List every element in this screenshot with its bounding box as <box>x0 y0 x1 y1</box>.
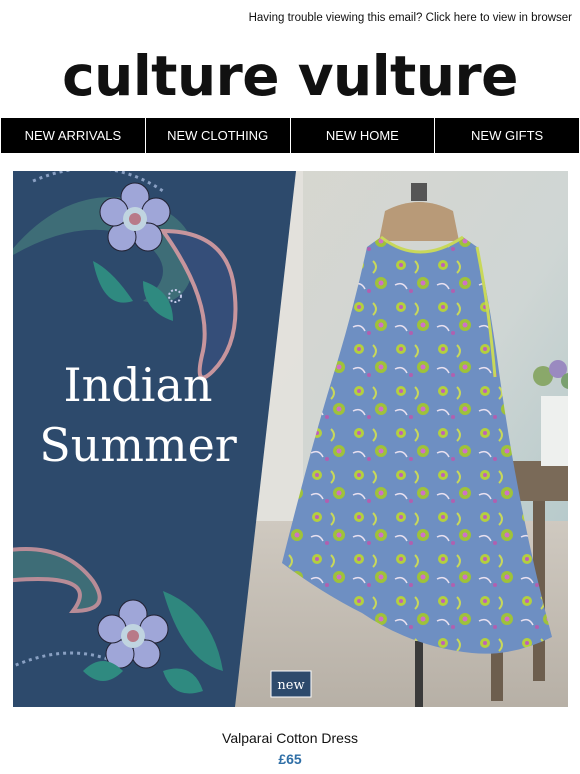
new-badge: new <box>277 678 304 693</box>
top-bar: Having trouble viewing this email? Click… <box>0 0 580 34</box>
nav-new-arrivals[interactable]: NEW ARRIVALS <box>1 118 145 153</box>
nav-new-gifts[interactable]: NEW GIFTS <box>434 118 579 153</box>
brand-logo[interactable]: culture vulture <box>0 34 580 118</box>
main-nav: NEW ARRIVALS NEW CLOTHING NEW HOME NEW G… <box>1 118 579 153</box>
hero-image: Indian Summer new <box>13 171 568 707</box>
product-price[interactable]: £65 <box>0 751 580 767</box>
hero-title-line2: Summer <box>39 418 237 472</box>
hero-title-line1: Indian <box>63 358 212 412</box>
product-caption: Valparai Cotton Dress £65 <box>0 730 580 767</box>
hero-banner[interactable]: Indian Summer new <box>13 171 568 707</box>
product-name[interactable]: Valparai Cotton Dress <box>0 730 580 746</box>
view-in-browser-link[interactable]: Having trouble viewing this email? Click… <box>249 12 572 24</box>
nav-new-clothing[interactable]: NEW CLOTHING <box>144 118 290 153</box>
nav-new-home[interactable]: NEW HOME <box>289 118 435 153</box>
